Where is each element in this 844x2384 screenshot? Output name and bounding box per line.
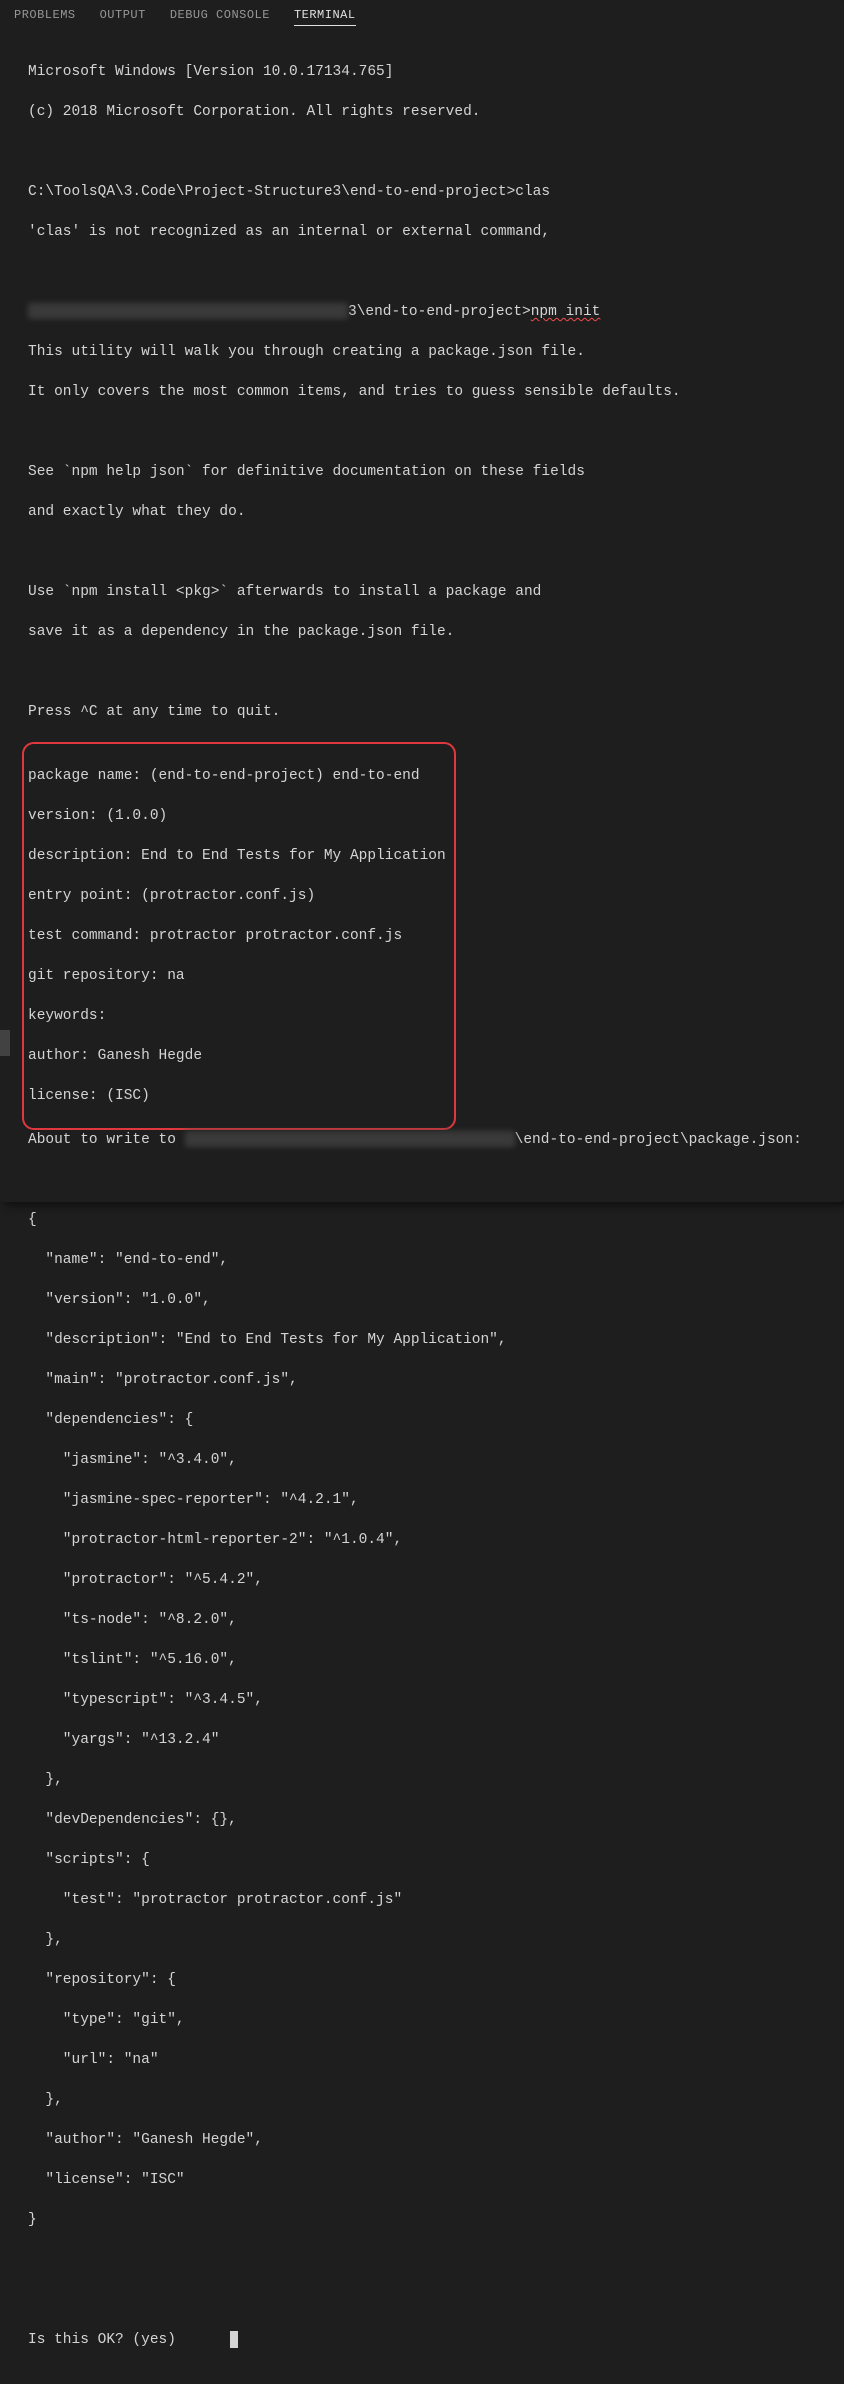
- tab-output[interactable]: OUTPUT: [100, 8, 146, 25]
- npm-prompt-version: version: (1.0.0): [28, 806, 446, 826]
- npm-intro-line: and exactly what they do.: [28, 502, 826, 522]
- json-line: "jasmine-spec-reporter": "^4.2.1",: [28, 1490, 826, 1510]
- json-line: "protractor-html-reporter-2": "^1.0.4",: [28, 1530, 826, 1550]
- npm-intro-line: It only covers the most common items, an…: [28, 382, 826, 402]
- json-line: "license": "ISC": [28, 2170, 826, 2190]
- tab-terminal[interactable]: TERMINAL: [294, 8, 356, 26]
- json-line: "name": "end-to-end",: [28, 1250, 826, 1270]
- npm-prompt-test-command: test command: protractor protractor.conf…: [28, 926, 446, 946]
- json-line: "protractor": "^5.4.2",: [28, 1570, 826, 1590]
- prompt-path-suffix: 3\end-to-end-project>: [348, 304, 531, 320]
- redacted-path: [28, 303, 348, 319]
- json-line: "yargs": "^13.2.4": [28, 1730, 826, 1750]
- json-line: "main": "protractor.conf.js",: [28, 1370, 826, 1390]
- json-line: "test": "protractor protractor.conf.js": [28, 1890, 826, 1910]
- npm-prompt-package-name: package name: (end-to-end-project) end-t…: [28, 766, 446, 786]
- npm-intro-line: See `npm help json` for definitive docum…: [28, 462, 826, 482]
- prompt-command: clas: [515, 184, 550, 200]
- json-line: "scripts": {: [28, 1850, 826, 1870]
- blank-line: [28, 662, 826, 682]
- npm-intro-line: Press ^C at any time to quit.: [28, 702, 826, 722]
- about-to-write-line: About to write to \end-to-end-project\pa…: [28, 1130, 826, 1150]
- json-line: "jasmine": "^3.4.0",: [28, 1450, 826, 1470]
- json-line: },: [28, 2090, 826, 2110]
- highlighted-input-box: package name: (end-to-end-project) end-t…: [22, 742, 456, 1130]
- json-line: "ts-node": "^8.2.0",: [28, 1610, 826, 1630]
- npm-prompt-entry-point: entry point: (protractor.conf.js): [28, 886, 446, 906]
- blank-line: [28, 542, 826, 562]
- npm-intro-line: save it as a dependency in the package.j…: [28, 622, 826, 642]
- npm-prompt-git-repository: git repository: na: [28, 966, 446, 986]
- blank-line: [28, 2290, 826, 2310]
- prompt-path: C:\ToolsQA\3.Code\Project-Structure3\end…: [28, 184, 515, 200]
- about-suffix: \end-to-end-project\package.json:: [515, 1132, 802, 1148]
- error-line: 'clas' is not recognized as an internal …: [28, 222, 826, 242]
- prompt-line-2: 3\end-to-end-project>npm init: [28, 302, 826, 322]
- scrollbar-thumb[interactable]: [0, 1030, 10, 1056]
- npm-prompt-license: license: (ISC): [28, 1086, 446, 1106]
- json-line: },: [28, 1770, 826, 1790]
- blank-line: [28, 2250, 826, 2270]
- npm-prompt-author: author: Ganesh Hegde: [28, 1046, 446, 1066]
- json-line: "typescript": "^3.4.5",: [28, 1690, 826, 1710]
- json-line: "author": "Ganesh Hegde",: [28, 2130, 826, 2150]
- redacted-path: [185, 1131, 515, 1147]
- json-line: {: [28, 1210, 826, 1230]
- terminal-output[interactable]: Microsoft Windows [Version 10.0.17134.76…: [0, 28, 844, 2384]
- blank-line: [28, 422, 826, 442]
- os-version-line: Microsoft Windows [Version 10.0.17134.76…: [28, 62, 826, 82]
- about-prefix: About to write to: [28, 1132, 185, 1148]
- npm-intro-line: This utility will walk you through creat…: [28, 342, 826, 362]
- json-line: "description": "End to End Tests for My …: [28, 1330, 826, 1350]
- blank-line: [28, 1170, 826, 1190]
- json-line: "url": "na": [28, 2050, 826, 2070]
- json-line: "version": "1.0.0",: [28, 1290, 826, 1310]
- json-line: "devDependencies": {},: [28, 1810, 826, 1830]
- npm-intro-line: Use `npm install <pkg>` afterwards to in…: [28, 582, 826, 602]
- json-line: "dependencies": {: [28, 1410, 826, 1430]
- confirm-line: Is this OK? (yes): [28, 2330, 826, 2350]
- json-line: },: [28, 1930, 826, 1950]
- tab-debug-console[interactable]: DEBUG CONSOLE: [170, 8, 270, 25]
- panel-tabs: PROBLEMS OUTPUT DEBUG CONSOLE TERMINAL: [0, 0, 844, 28]
- json-line: "tslint": "^5.16.0",: [28, 1650, 826, 1670]
- json-line: "repository": {: [28, 1970, 826, 1990]
- confirm-text: Is this OK? (yes): [28, 2332, 185, 2348]
- npm-prompt-description: description: End to End Tests for My App…: [28, 846, 446, 866]
- json-line: "type": "git",: [28, 2010, 826, 2030]
- npm-prompt-keywords: keywords:: [28, 1006, 446, 1026]
- tab-problems[interactable]: PROBLEMS: [14, 8, 76, 25]
- json-line: }: [28, 2210, 826, 2230]
- prompt-command: npm init: [531, 304, 601, 320]
- blank-line: [28, 262, 826, 282]
- copyright-line: (c) 2018 Microsoft Corporation. All righ…: [28, 102, 826, 122]
- terminal-cursor: [230, 2331, 238, 2348]
- prompt-line-1: C:\ToolsQA\3.Code\Project-Structure3\end…: [28, 182, 826, 202]
- blank-line: [28, 142, 826, 162]
